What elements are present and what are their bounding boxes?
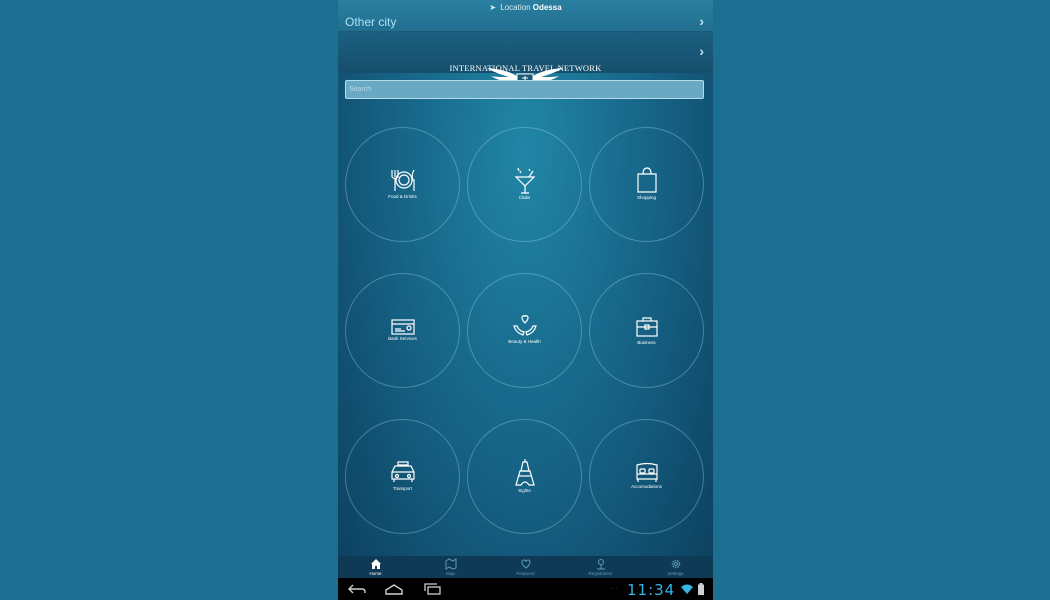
- tab-label: Map: [446, 571, 455, 576]
- category-label: Bank Services: [388, 336, 417, 341]
- app-screen: ➤ Location Odessa Other city › INTERNATI…: [338, 0, 713, 600]
- category-transport[interactable]: Transport: [345, 419, 460, 534]
- map-icon: [445, 558, 456, 570]
- briefcase-icon: [636, 317, 658, 337]
- recent-apps-icon[interactable]: [423, 583, 443, 595]
- home-button-icon[interactable]: [384, 583, 404, 595]
- category-shopping[interactable]: Shopping: [589, 127, 704, 242]
- tab-settings[interactable]: Settings: [638, 556, 713, 578]
- tab-registration[interactable]: Registration: [563, 556, 638, 578]
- category-food-drinks[interactable]: Food & Drinks: [345, 127, 460, 242]
- wifi-icon: [681, 584, 693, 594]
- category-label: Business: [637, 340, 656, 345]
- bottom-tab-bar: Home Map Featured Registration Settings: [338, 556, 713, 578]
- category-label: Transport: [392, 486, 413, 491]
- shopping-bag-icon: [637, 167, 657, 193]
- location-arrow-icon: ➤: [489, 3, 497, 12]
- category-beauty-health[interactable]: Beauty & Health: [467, 273, 582, 388]
- category-business[interactable]: Business: [589, 273, 704, 388]
- gear-icon: [671, 559, 680, 569]
- system-navigation-bar: ··· 11:34: [338, 578, 713, 600]
- chevron-right-icon[interactable]: ›: [699, 43, 704, 59]
- tab-home[interactable]: Home: [338, 556, 413, 578]
- bed-icon: [636, 462, 658, 482]
- search-input[interactable]: Search: [345, 80, 704, 99]
- location-city: Odessa: [532, 3, 562, 12]
- eiffel-tower-icon: [515, 459, 535, 486]
- back-icon[interactable]: [347, 583, 367, 595]
- user-pin-icon: [596, 559, 605, 570]
- utensils-plate-icon: [391, 169, 415, 191]
- category-label: Shopping: [636, 195, 657, 200]
- status-clock: 11:34: [627, 581, 676, 599]
- chevron-right-icon[interactable]: ›: [699, 13, 704, 29]
- category-label: Food & Drinks: [388, 194, 417, 199]
- other-city-link[interactable]: Other city: [345, 15, 396, 29]
- heart-icon: [520, 559, 531, 569]
- notification-dots-icon: ···: [610, 584, 618, 593]
- location-label: Location: [500, 3, 531, 12]
- banner[interactable]: INTERNATIONAL TRAVEL NETWORK ›: [338, 32, 713, 91]
- tab-map[interactable]: Map: [413, 556, 488, 578]
- location-indicator: ➤ Location Odessa: [338, 3, 713, 12]
- hands-heart-icon: [513, 314, 537, 336]
- tab-label: Registration: [588, 571, 613, 576]
- tab-featured[interactable]: Featured: [488, 556, 563, 578]
- banner-title: INTERNATIONAL TRAVEL NETWORK: [449, 63, 602, 73]
- location-bar[interactable]: ➤ Location Odessa Other city ›: [338, 0, 713, 32]
- category-label: Sights: [518, 488, 531, 493]
- category-bank-services[interactable]: Bank Services: [345, 273, 460, 388]
- taxi-icon: [391, 461, 415, 482]
- category-clubs[interactable]: Clubs: [467, 127, 582, 242]
- tab-label: Home: [369, 571, 382, 576]
- battery-icon: [698, 583, 704, 595]
- category-sights[interactable]: Sights: [467, 419, 582, 534]
- tab-label: Featured: [516, 571, 535, 576]
- category-label: Clubs: [518, 195, 531, 200]
- home-icon: [370, 559, 381, 569]
- cocktail-icon: [514, 167, 536, 194]
- tab-label: Settings: [667, 571, 684, 576]
- category-accomodations[interactable]: Accomodations: [589, 419, 704, 534]
- category-label: Accomodations: [631, 484, 662, 489]
- category-label: Beauty & Health: [508, 339, 541, 344]
